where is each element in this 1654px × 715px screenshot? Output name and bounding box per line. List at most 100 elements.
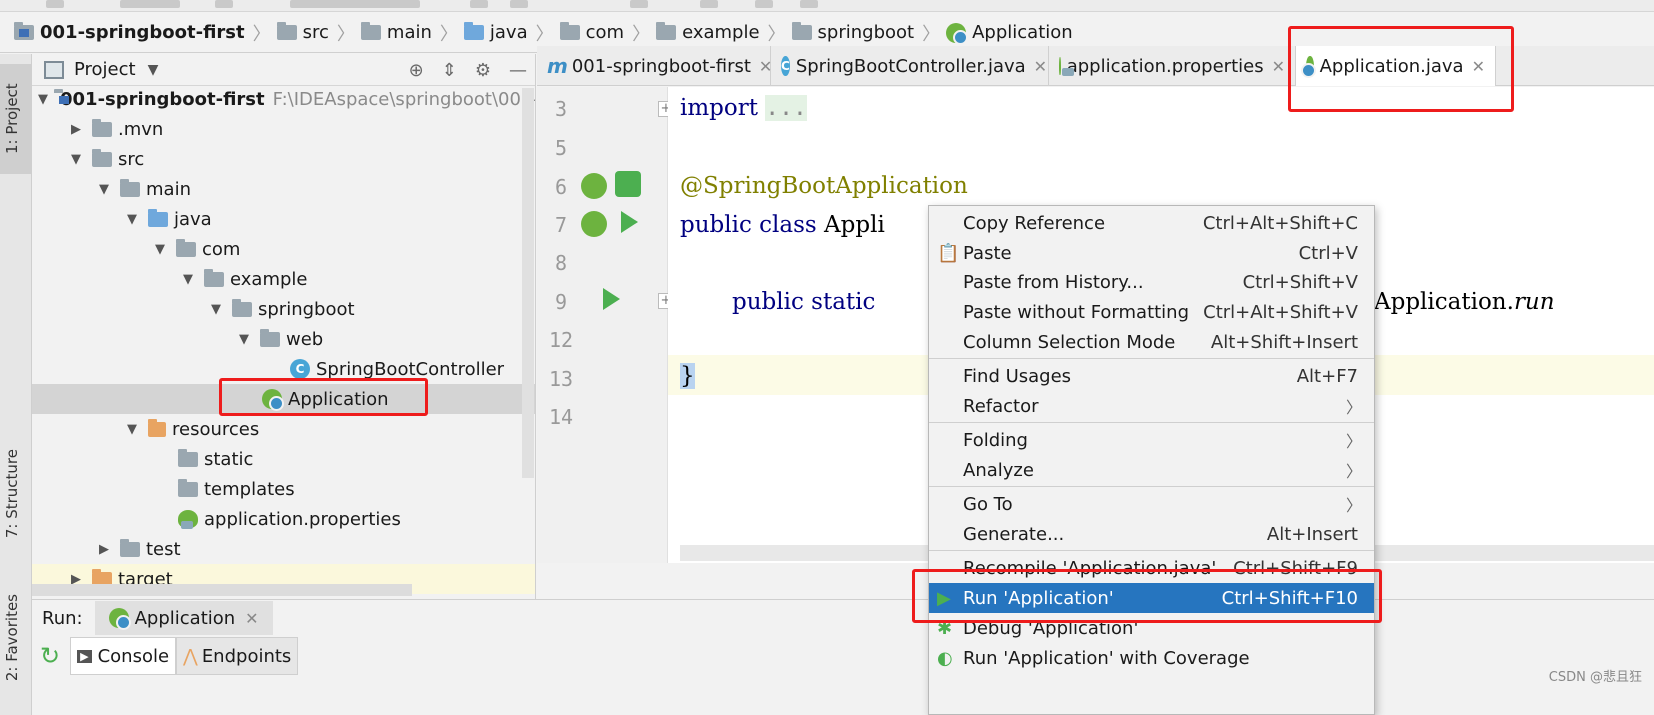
chevron-down-icon[interactable]: ▼ [94, 182, 114, 197]
menu-item-paste[interactable]: 📋 Paste Ctrl+V [929, 238, 1374, 268]
endpoints-label: Endpoints [201, 645, 292, 667]
tree-node-label: static [204, 448, 254, 470]
toolbar-button[interactable] [800, 0, 818, 8]
breadcrumb-item-java[interactable]: java 〉 [463, 20, 554, 46]
tree-node-application[interactable]: Application [32, 384, 535, 414]
menu-item-paste-history[interactable]: Paste from History... Ctrl+Shift+V [929, 267, 1374, 297]
menu-item-recompile[interactable]: Recompile 'Application.java' Ctrl+Shift+F… [929, 553, 1374, 583]
horizontal-scrollbar[interactable] [32, 584, 412, 596]
tree-node-resources[interactable]: ▼ resources [32, 414, 535, 444]
toolbar-button[interactable] [700, 0, 718, 8]
toolbar-button[interactable] [120, 0, 180, 8]
breadcrumb-label: com [585, 22, 625, 43]
run-gutter-icon[interactable] [621, 211, 638, 233]
chevron-down-icon[interactable]: ▼ [234, 332, 254, 347]
breadcrumb-item-application[interactable]: Application [946, 22, 1073, 45]
chevron-down-icon[interactable]: ▼ [38, 92, 48, 107]
console-tab[interactable]: ▶ Console [70, 637, 177, 675]
tab-application[interactable]: Application.java ✕ [1296, 46, 1496, 86]
tab-pom[interactable]: m 001-springboot-first ✕ [537, 46, 772, 86]
menu-item-paste-plain[interactable]: Paste without Formatting Ctrl+Alt+Shift+V [929, 297, 1374, 327]
collapse-icon[interactable]: ⇕ [442, 60, 457, 81]
structure-tool-tab[interactable]: 7: Structure [3, 449, 21, 538]
tree-node-mvn[interactable]: ▶ .mvn [32, 114, 535, 144]
tree-node-static[interactable]: static [32, 444, 535, 474]
run-tab-application[interactable]: Application ✕ [94, 601, 273, 635]
close-icon[interactable]: ✕ [1034, 57, 1047, 76]
spring-boot-class-icon [946, 22, 969, 45]
minimize-icon[interactable]: — [509, 60, 527, 81]
tree-node-java[interactable]: ▼ java [32, 204, 535, 234]
menu-item-refactor[interactable]: Refactor 〉 [929, 391, 1374, 421]
line-number: 13 [548, 367, 574, 391]
tree-node-springboot[interactable]: ▼ springboot [32, 294, 535, 324]
menu-item-run-application[interactable]: ▶ Run 'Application' Ctrl+Shift+F10 [929, 583, 1374, 613]
tree-node-label: templates [204, 478, 295, 500]
menu-item-column-selection[interactable]: Column Selection Mode Alt+Shift+Insert [929, 327, 1374, 357]
chevron-right-icon[interactable]: ▶ [94, 542, 114, 557]
tree-node-properties[interactable]: application.properties [32, 504, 535, 534]
breadcrumb-item-springboot[interactable]: springboot 〉 [791, 20, 940, 46]
spring-boot-gutter-icon[interactable] [581, 211, 607, 237]
tree-node-root[interactable]: ▼ 001-springboot-first F:\IDEAspace\spri… [32, 84, 535, 114]
chevron-down-icon[interactable]: ▼ [150, 242, 170, 257]
debug-bug-icon: ✱ [937, 617, 953, 639]
chevron-down-icon[interactable]: ▼ [122, 212, 142, 227]
tree-node-example[interactable]: ▼ example [32, 264, 535, 294]
breadcrumb-item-src[interactable]: src 〉 [276, 20, 355, 46]
tree-node-test[interactable]: ▶ test [32, 534, 535, 564]
breadcrumb-item-example[interactable]: example 〉 [656, 20, 786, 46]
toolbar-button[interactable] [470, 0, 488, 8]
menu-item-find-usages[interactable]: Find Usages Alt+F7 [929, 361, 1374, 391]
tree-node-templates[interactable]: templates [32, 474, 535, 504]
run-config-selector[interactable] [290, 0, 420, 8]
spring-config-gutter-icon[interactable] [615, 171, 641, 197]
chevron-down-icon[interactable]: ▼ [148, 62, 159, 78]
code-line-import: import ... [680, 95, 807, 121]
close-icon[interactable]: ✕ [1272, 57, 1285, 76]
menu-item-generate[interactable]: Generate... Alt+Insert [929, 519, 1374, 549]
toolbar-button[interactable] [630, 0, 648, 8]
breadcrumb-item-project[interactable]: 001-springboot-first 〉 [14, 20, 271, 46]
menu-item-run-coverage[interactable]: ◐ Run 'Application' with Coverage [929, 643, 1374, 673]
spring-beans-gutter-icon[interactable] [581, 173, 607, 199]
tree-node-controller[interactable]: C SpringBootController [32, 354, 535, 384]
project-panel-title[interactable]: Project [74, 59, 136, 80]
chevron-down-icon[interactable]: ▼ [206, 302, 226, 317]
favorites-tool-tab[interactable]: 2: Favorites [3, 594, 21, 681]
tab-properties[interactable]: application.properties ✕ [1049, 46, 1296, 86]
console-icon: ▶ [77, 649, 92, 663]
project-tool-tab[interactable]: 1: Project [0, 64, 32, 174]
locate-icon[interactable]: ⊕ [409, 60, 424, 81]
chevron-down-icon[interactable]: ▼ [122, 422, 142, 437]
breadcrumb-item-com[interactable]: com 〉 [559, 20, 650, 46]
vertical-scrollbar[interactable] [522, 88, 534, 478]
run-gutter-icon[interactable] [603, 288, 620, 310]
tree-node-com[interactable]: ▼ com [32, 234, 535, 264]
menu-item-copy-reference[interactable]: Copy Reference Ctrl+Alt+Shift+C [929, 208, 1374, 238]
rerun-icon[interactable]: ↻ [40, 642, 60, 670]
endpoints-tab[interactable]: ⋀ Endpoints [176, 637, 299, 675]
menu-item-folding[interactable]: Folding 〉 [929, 425, 1374, 455]
breadcrumb-item-main[interactable]: main 〉 [360, 20, 458, 46]
chevron-down-icon[interactable]: ▼ [66, 152, 86, 167]
menu-item-go-to[interactable]: Go To 〉 [929, 489, 1374, 519]
tree-node-web[interactable]: ▼ web [32, 324, 535, 354]
close-icon[interactable]: ✕ [1472, 57, 1485, 76]
tree-node-label: java [174, 208, 212, 230]
gear-icon[interactable]: ⚙ [475, 60, 491, 81]
toolbar-button[interactable] [46, 0, 64, 8]
chevron-down-icon[interactable]: ▼ [178, 272, 198, 287]
chevron-right-icon[interactable]: ▶ [66, 122, 86, 137]
tree-node-src[interactable]: ▼ src [32, 144, 535, 174]
close-icon[interactable]: ✕ [245, 609, 258, 628]
toolbar-button[interactable] [215, 0, 233, 8]
tree-node-main[interactable]: ▼ main [32, 174, 535, 204]
menu-item-analyze[interactable]: Analyze 〉 [929, 455, 1374, 485]
folded-imports[interactable]: ... [765, 95, 807, 121]
toolbar-button[interactable] [755, 0, 773, 8]
menu-item-debug-application[interactable]: ✱ Debug 'Application' [929, 613, 1374, 643]
toolbar-button[interactable] [510, 0, 528, 8]
project-icon [44, 60, 64, 79]
tab-controller[interactable]: C SpringBootController.java ✕ [771, 46, 1049, 86]
